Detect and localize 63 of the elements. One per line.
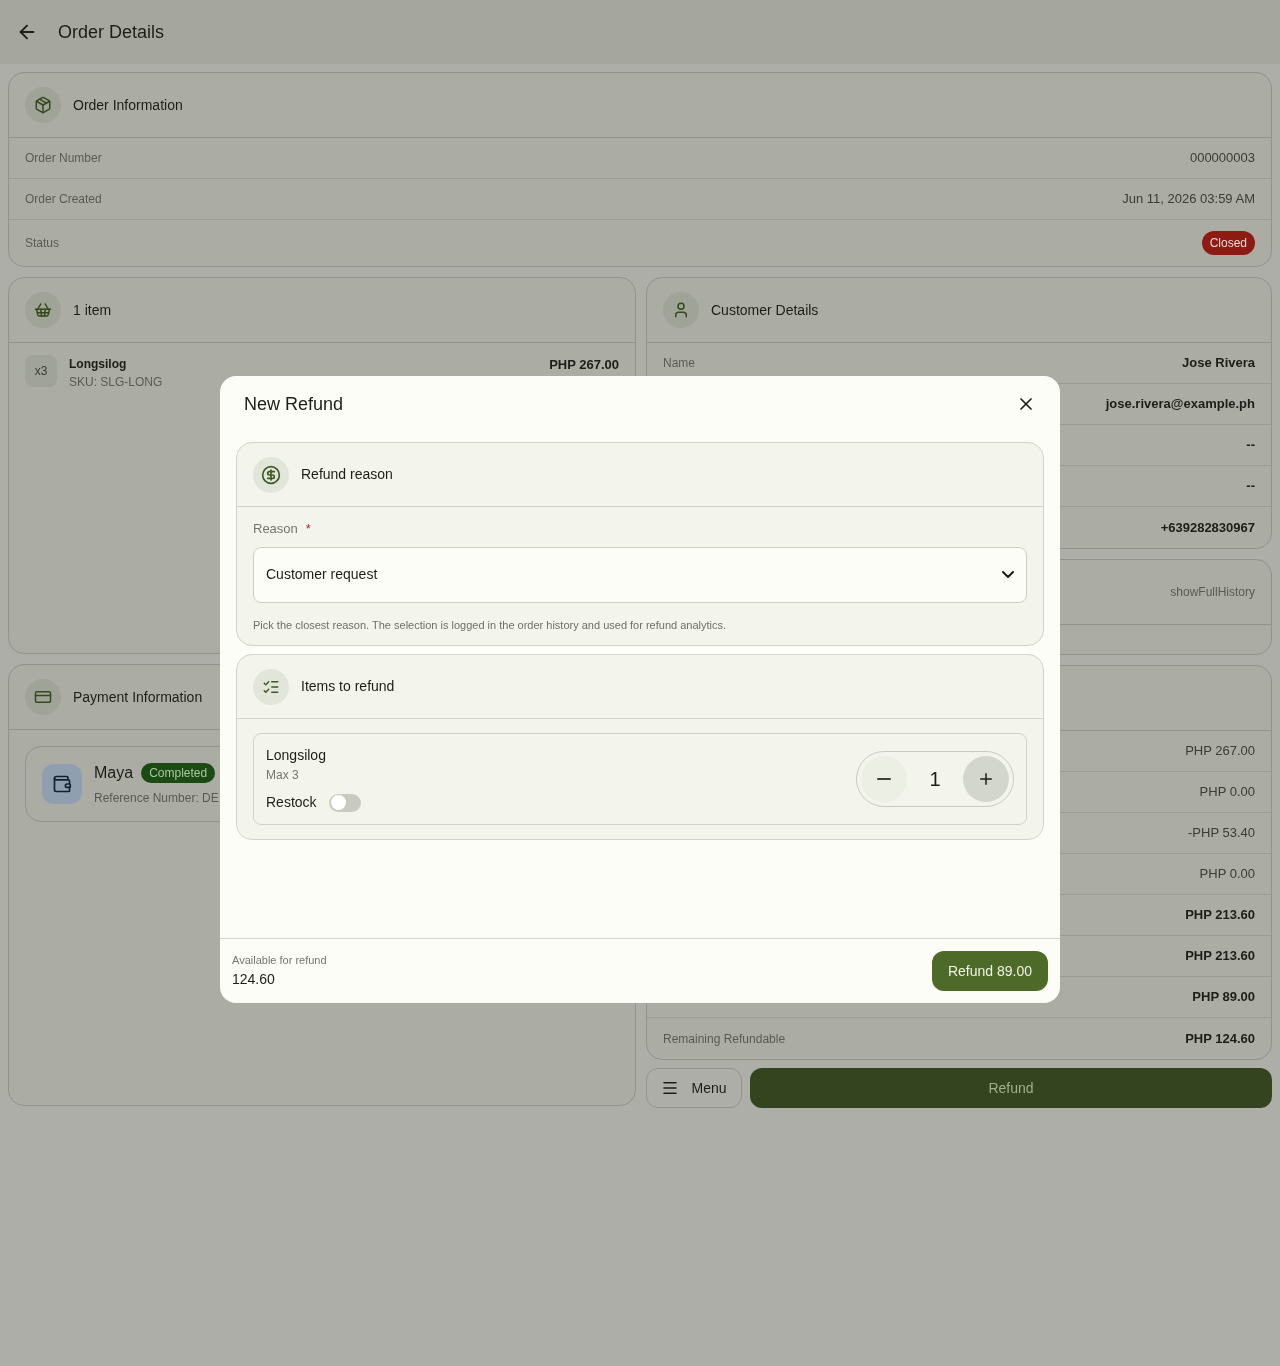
row-value: PHP 0.00 [1199, 865, 1255, 884]
show-full-history-link[interactable]: showFullHistory [1170, 583, 1255, 601]
card-title: Order Information [73, 95, 183, 115]
row-value: PHP 213.60 [1185, 947, 1255, 966]
increase-button[interactable] [963, 756, 1009, 802]
item-max: Max 3 [266, 767, 300, 784]
row-label: Status [25, 235, 60, 252]
wallet-icon [42, 764, 82, 804]
row-label: Order Number [25, 150, 102, 167]
row-value: +639282830967 [1160, 518, 1255, 537]
row-value: PHP 0.00 [1199, 783, 1255, 802]
quantity-badge: x3 [25, 355, 57, 387]
item-sku: SKU: SLG-LONG [69, 374, 164, 391]
page-title: Order Details [58, 20, 165, 44]
package-icon [25, 87, 61, 123]
field-label: Reason [253, 520, 298, 538]
row-value: PHP 124.60 [1185, 1029, 1255, 1048]
payment-status-badge: Completed [141, 763, 216, 783]
row-label: Remaining Refundable [663, 1030, 786, 1048]
row-value: -- [1246, 436, 1255, 455]
menu-icon [661, 1079, 680, 1097]
quantity-value: 1 [929, 767, 941, 792]
restock-label: Restock [266, 793, 317, 812]
row-label: Order Created [25, 191, 102, 208]
card-title: Payment Information [73, 687, 203, 707]
chevron-down-icon [1002, 571, 1014, 578]
status-badge: Closed [1201, 231, 1255, 255]
checklist-icon [253, 668, 289, 705]
row-value: PHP 89.00 [1192, 988, 1255, 1007]
row-value: PHP 213.60 [1185, 906, 1255, 925]
row-value: 000000003 [1189, 149, 1255, 168]
submit-refund-button[interactable]: Refund 89.00 [931, 951, 1048, 991]
minus-icon [877, 778, 891, 780]
person-icon [663, 292, 699, 328]
row-value: Jose Rivera [1182, 354, 1255, 373]
item-price: PHP 267.00 [549, 356, 619, 374]
refund-button[interactable]: Refund [750, 1068, 1272, 1108]
required-mark: * [305, 520, 311, 538]
basket-icon [25, 292, 61, 328]
available-amount: 124.60 [232, 969, 276, 989]
dialog-title: New Refund [244, 392, 344, 416]
row-value: jose.rivera@example.ph [1105, 395, 1255, 414]
available-label: Available for refund [232, 953, 327, 969]
plus-icon [977, 770, 995, 788]
menu-button[interactable]: Menu [646, 1068, 742, 1108]
section-title: Items to refund [301, 677, 395, 696]
reason-select[interactable]: Customer request [253, 546, 1027, 603]
restock-switch[interactable] [328, 793, 361, 812]
payment-method: Maya [94, 763, 134, 783]
credit-card-icon [25, 679, 61, 715]
reference-number: Reference Number: DE [94, 790, 219, 807]
item-name: Longsilog [266, 746, 327, 765]
card-title: 1 item [73, 300, 112, 320]
section-title: Refund reason [301, 465, 393, 484]
row-label: Name [663, 355, 695, 372]
item-name: Longsilog [69, 356, 128, 373]
row-value: -PHP 53.40 [1188, 824, 1255, 843]
row-value: -- [1246, 477, 1255, 496]
row-value: Jun 11, 2026 03:59 AM [1122, 190, 1255, 209]
dollar-icon [253, 456, 289, 493]
card-title: Customer Details [711, 300, 819, 320]
helper-text: Pick the closest reason. The selection is logged in the order history and used for refund analytics. [253, 617, 728, 633]
row-value: PHP 267.00 [1185, 742, 1255, 761]
